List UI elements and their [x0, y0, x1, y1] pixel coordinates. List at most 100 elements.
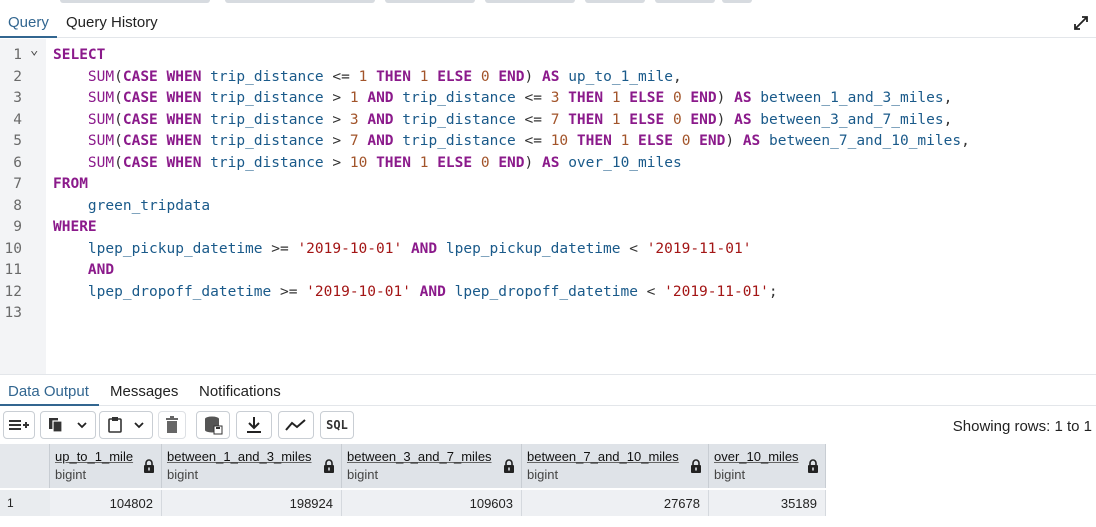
code-token: 0: [672, 111, 682, 128]
save-data-button[interactable]: [196, 411, 230, 439]
column-name: over_10_miles: [714, 449, 799, 464]
code-token: CASE WHEN: [122, 90, 202, 106]
chevron-down-icon: [77, 422, 87, 429]
code-text: SUM(CASE WHEN trip_distance > 3 AND trip…: [53, 110, 952, 132]
code-token: ): [725, 133, 743, 149]
code-token: WHERE: [53, 219, 97, 235]
code-token: <=: [515, 133, 551, 149]
code-token: 1: [611, 90, 621, 106]
toolbar-fragment: [60, 0, 210, 3]
code-token: >=: [271, 283, 307, 300]
tab-notifications[interactable]: Notifications: [199, 383, 281, 400]
code-token: ,: [943, 111, 953, 128]
column-header[interactable]: up_to_1_mile bigint: [50, 444, 162, 488]
toolbar-fragment: [655, 0, 715, 3]
line-number: 13: [4, 305, 22, 321]
table-cell[interactable]: 35189: [709, 490, 826, 516]
code-token: over_10_miles: [568, 154, 682, 171]
delete-button[interactable]: [158, 411, 186, 439]
editor-tabbar: Query Query History: [0, 6, 1096, 38]
copy-icon: [49, 418, 63, 433]
code-line: 10 lpep_pickup_datetime >= '2019-10-01' …: [0, 239, 1096, 261]
code-token: >=: [262, 240, 298, 257]
code-token: ,: [672, 68, 682, 85]
code-text: green_tripdata: [53, 196, 210, 218]
line-number: 9: [13, 219, 22, 235]
database-save-icon: [205, 416, 223, 435]
line-number: 2: [13, 68, 22, 85]
expand-icon[interactable]: [1072, 14, 1090, 32]
code-text: lpep_dropoff_datetime >= '2019-10-01' AN…: [53, 282, 778, 304]
line-number: 4: [13, 111, 22, 128]
code-line: 4 SUM(CASE WHEN trip_distance > 3 AND tr…: [0, 110, 1096, 132]
code-token: END: [690, 111, 717, 128]
code-token: '2019-11-01': [664, 283, 769, 300]
download-button[interactable]: [236, 411, 272, 439]
column-header[interactable]: between_7_and_10_miles bigint: [522, 444, 709, 488]
copy-button[interactable]: [40, 411, 96, 439]
tab-query-history[interactable]: Query History: [66, 14, 158, 31]
code-token: (: [114, 90, 123, 106]
lock-icon: [144, 459, 154, 473]
table-cell[interactable]: 198924: [162, 490, 342, 516]
code-token: THEN: [568, 111, 604, 128]
code-token: AS: [742, 133, 761, 149]
row-number[interactable]: 1: [0, 490, 50, 516]
code-text: FROM: [53, 174, 88, 196]
code-token: 1: [611, 111, 621, 128]
code-token: (: [114, 68, 123, 85]
code-token: AND: [419, 283, 446, 300]
code-token: ): [524, 68, 542, 85]
code-token: <=: [515, 90, 551, 106]
tab-messages[interactable]: Messages: [110, 383, 178, 400]
sql-button[interactable]: SQL: [320, 411, 354, 439]
code-token: >: [323, 154, 350, 171]
tab-data-output[interactable]: Data Output: [8, 383, 89, 400]
column-header[interactable]: over_10_miles bigint: [709, 444, 826, 488]
tab-query[interactable]: Query: [8, 14, 49, 31]
sql-editor[interactable]: 1 ⌄ SELECT 2 SUM(CASE WHEN trip_distance <=…: [0, 39, 1096, 374]
table-cell[interactable]: 27678: [522, 490, 709, 516]
code-text: WHERE: [53, 217, 97, 239]
code-token: '2019-10-01': [297, 240, 403, 257]
code-token: SUM: [87, 111, 115, 128]
code-token: END: [690, 90, 717, 106]
code-text: SUM(CASE WHEN trip_distance > 7 AND trip…: [53, 131, 970, 153]
code-token: lpep_dropoff_datetime: [454, 283, 638, 300]
fold-chevron-icon[interactable]: ⌄: [30, 40, 38, 62]
code-token: ;: [768, 283, 778, 300]
code-text: SUM(CASE WHEN trip_distance > 1 AND trip…: [53, 88, 952, 110]
code-token: 1: [620, 133, 630, 149]
table-cell[interactable]: 109603: [342, 490, 522, 516]
graph-visualiser-button[interactable]: [278, 411, 314, 439]
code-token: 0: [480, 68, 490, 85]
code-token: trip_distance: [210, 111, 324, 128]
grid-corner[interactable]: [0, 444, 50, 488]
column-header[interactable]: between_1_and_3_miles bigint: [162, 444, 342, 488]
code-token: ,: [943, 90, 953, 106]
results-toolbar: SQL Showing rows: 1 to 1: [0, 406, 1096, 444]
toolbar-fragment: [385, 0, 475, 3]
add-row-button[interactable]: [3, 411, 35, 439]
table-cell[interactable]: 104802: [50, 490, 162, 516]
code-token: ELSE: [437, 68, 473, 85]
code-text: lpep_pickup_datetime >= '2019-10-01' AND…: [53, 239, 752, 261]
code-token: SUM: [87, 133, 115, 149]
column-header[interactable]: between_3_and_7_miles bigint: [342, 444, 522, 488]
line-number: 11: [4, 262, 22, 278]
paste-button[interactable]: [99, 411, 153, 439]
